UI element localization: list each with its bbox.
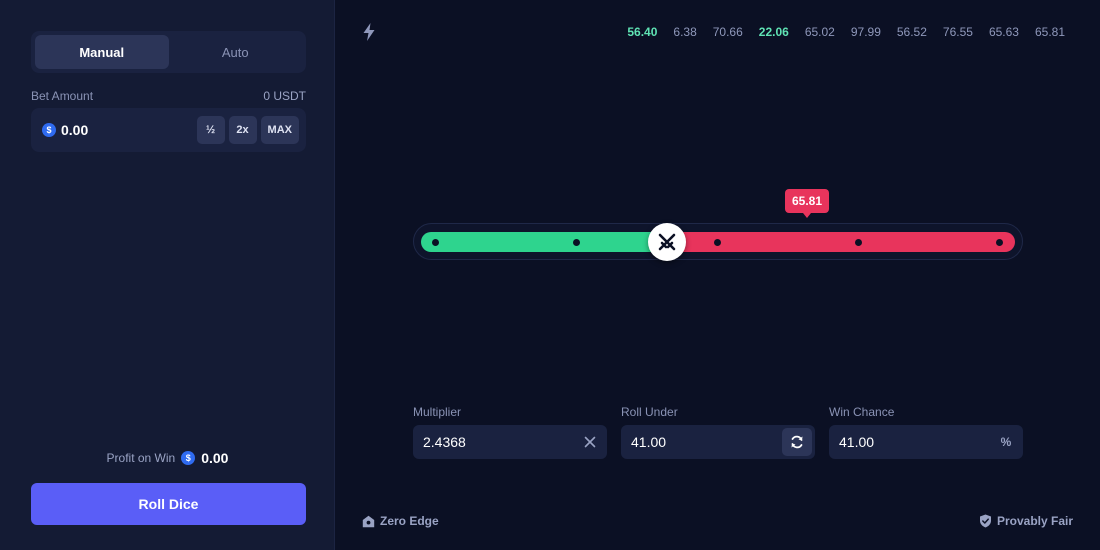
slider-handle[interactable] <box>648 223 686 261</box>
multiplier-input[interactable]: 2.4368 <box>413 425 607 459</box>
history-result: 65.02 <box>804 25 835 39</box>
history-result: 22.06 <box>758 25 789 39</box>
history-result: 56.40 <box>627 25 658 39</box>
history-result: 97.99 <box>850 25 881 39</box>
percent-icon: % <box>1000 435 1012 449</box>
roll-dice-button[interactable]: Roll Dice <box>31 483 306 525</box>
history-result: 70.66 <box>712 25 743 39</box>
close-icon <box>573 425 607 459</box>
bet-amount-label: Bet Amount <box>31 89 94 103</box>
result-badge: 65.81 <box>785 189 829 218</box>
bet-amount-header: Bet Amount 0 USDT <box>31 89 306 103</box>
bet-amount-input[interactable]: $ 0.00 ½ 2x MAX <box>31 108 306 152</box>
shield-check-icon <box>979 514 991 528</box>
history-result: 6.38 <box>673 25 697 39</box>
history-result: 65.81 <box>1034 25 1065 39</box>
bet-panel: Manual Auto Bet Amount 0 USDT $ 0.00 ½ 2… <box>0 0 335 550</box>
profit-label: Profit on Win <box>106 451 176 465</box>
profit-value: 0.00 <box>201 450 229 466</box>
history-result: 56.52 <box>896 25 927 39</box>
recent-results: 56.40 6.38 70.66 22.06 65.02 97.99 56.52 76.55 6… <box>619 25 1065 39</box>
tab-auto[interactable]: Auto <box>169 35 303 69</box>
half-bet-button[interactable]: ½ <box>196 116 225 144</box>
swap-direction-button[interactable] <box>782 428 812 456</box>
bet-amount-value[interactable]: 0.00 <box>61 122 88 138</box>
roll-under-value[interactable]: 41.00 <box>631 434 666 450</box>
tab-manual[interactable]: Manual <box>35 35 169 69</box>
slider-tick <box>432 239 439 246</box>
mode-tabs: Manual Auto <box>31 31 306 73</box>
dice-game-app: Manual Auto Bet Amount 0 USDT $ 0.00 ½ 2… <box>0 0 1100 550</box>
lightning-icon[interactable] <box>362 23 376 41</box>
multiplier-label: Multiplier <box>413 405 462 419</box>
win-chance-input[interactable]: 41.00 % <box>829 425 1023 459</box>
usdt-coin-icon: $ <box>42 123 56 137</box>
slider-tick <box>714 239 721 246</box>
provably-fair-label[interactable]: Provably Fair <box>997 514 1073 528</box>
win-chance-value[interactable]: 41.00 <box>839 434 874 450</box>
crossed-swords-icon <box>658 233 676 251</box>
slider-tick <box>855 239 862 246</box>
usdt-coin-icon: $ <box>181 451 196 465</box>
house-icon <box>362 515 375 527</box>
double-bet-button[interactable]: 2x <box>228 116 257 144</box>
provably-fair-link[interactable]: Provably Fair <box>979 514 1073 528</box>
bet-modifier-buttons: ½ 2x MAX <box>196 116 299 144</box>
refresh-icon <box>791 435 803 449</box>
win-chance-label: Win Chance <box>829 405 895 419</box>
history-result: 65.63 <box>988 25 1019 39</box>
win-range-bar[interactable] <box>421 232 671 252</box>
slider-tick <box>996 239 1003 246</box>
history-result: 76.55 <box>942 25 973 39</box>
slider-tick <box>573 239 580 246</box>
roll-under-label: Roll Under <box>621 405 678 419</box>
balance-display: 0 USDT <box>263 89 306 103</box>
multiplier-value[interactable]: 2.4368 <box>423 434 466 450</box>
zero-edge-label[interactable]: Zero Edge <box>380 514 439 528</box>
roll-under-input[interactable]: 41.00 <box>621 425 815 459</box>
max-bet-button[interactable]: MAX <box>260 116 299 144</box>
profit-on-win: Profit on Win $ 0.00 <box>0 450 335 466</box>
zero-edge-link[interactable]: Zero Edge <box>362 514 439 528</box>
